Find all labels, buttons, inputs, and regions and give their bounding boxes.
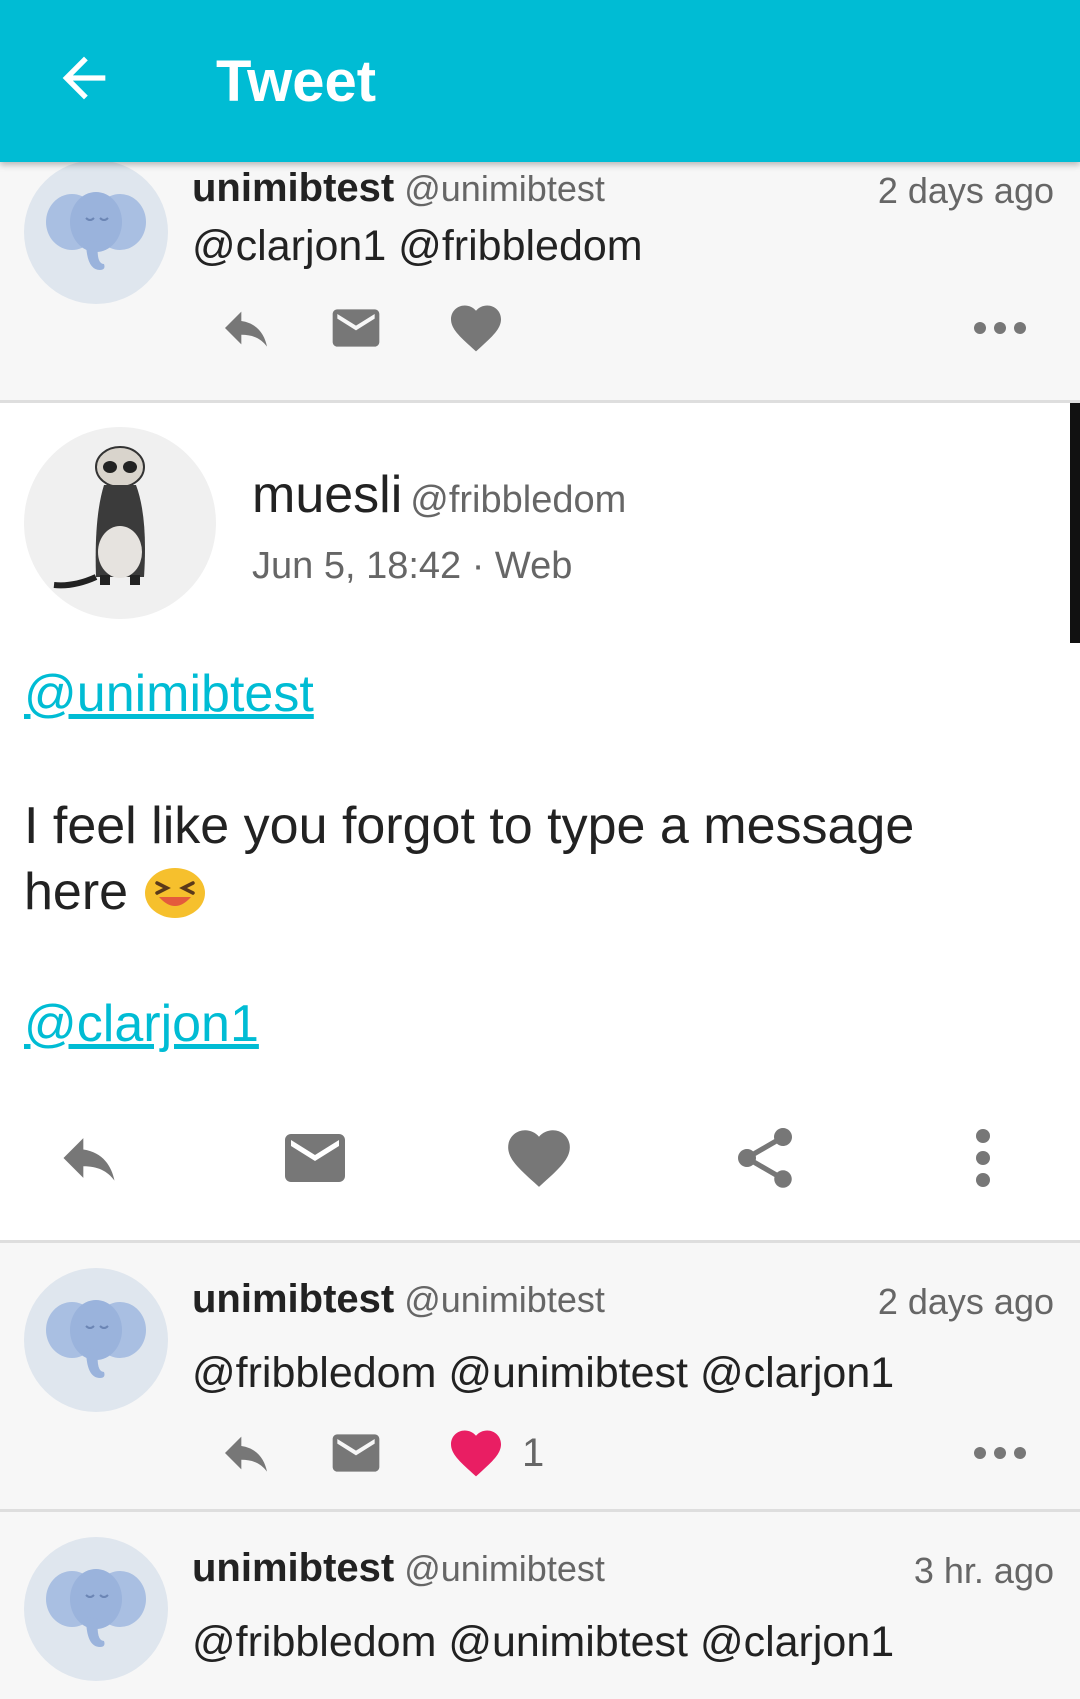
elephant-avatar-icon xyxy=(46,1300,146,1378)
direct-message-icon[interactable] xyxy=(328,1423,384,1483)
avatar[interactable] xyxy=(24,1537,168,1681)
like-count: 1 xyxy=(522,1430,545,1475)
page-title: Tweet xyxy=(216,49,377,114)
timestamp: 2 days ago xyxy=(877,170,1054,211)
arrow-back-icon[interactable] xyxy=(52,46,116,110)
status-item[interactable]: unimibtest @unimibtest 2 days ago @clarjo… xyxy=(0,152,1080,403)
status-item[interactable]: unimibtest @unimibtest 2 days ago @fribbl… xyxy=(0,1243,1080,1512)
scrollbar[interactable] xyxy=(1070,403,1080,643)
app-bar: Tweet xyxy=(0,0,1080,162)
timestamp: 2 days ago xyxy=(877,1281,1054,1322)
more-options-icon[interactable] xyxy=(972,1423,1028,1483)
status-meta: Jun 5, 18:42 · Web xyxy=(252,545,573,587)
display-name-text: unimibtest xyxy=(192,166,395,210)
mention-link[interactable]: @unimibtest xyxy=(24,665,314,723)
status-text: @fribbledom @unimibtest @clarjon1 xyxy=(192,1349,895,1397)
avatar[interactable] xyxy=(24,427,216,619)
display-name: unimibtest @unimibtest xyxy=(192,166,605,211)
display-name-text: unimibtest xyxy=(192,1546,395,1590)
display-name: unimibtest @unimibtest xyxy=(192,1277,605,1322)
display-name-text: unimibtest xyxy=(192,1277,395,1321)
more-options-icon[interactable] xyxy=(972,298,1028,358)
elephant-avatar-icon xyxy=(46,192,146,270)
reply-icon[interactable] xyxy=(212,298,280,358)
reply-icon[interactable] xyxy=(44,1113,134,1203)
status-text-line: I feel like you forgot to type a message xyxy=(24,797,915,855)
avatar[interactable] xyxy=(24,1268,168,1412)
grinning-squinting-face-emoji xyxy=(143,863,207,919)
display-name: muesli @fribbledom xyxy=(252,465,626,525)
status-text: @fribbledom @unimibtest @clarjon1 xyxy=(192,1618,895,1666)
like-icon[interactable]: 1 xyxy=(446,1423,544,1483)
user-handle: @unimibtest xyxy=(404,1548,605,1589)
direct-message-icon[interactable] xyxy=(270,1113,360,1203)
like-icon[interactable] xyxy=(494,1113,584,1203)
status-text-line: here xyxy=(24,863,129,921)
mention-link[interactable]: @clarjon1 xyxy=(24,995,259,1053)
status-actions xyxy=(0,1113,1080,1203)
status-text: @clarjon1 @fribbledom xyxy=(192,222,643,270)
user-handle: @unimibtest xyxy=(404,1279,605,1320)
status-actions: 1 xyxy=(192,1423,1052,1483)
ferret-avatar-icon xyxy=(53,446,145,589)
avatar[interactable] xyxy=(24,160,168,304)
like-icon[interactable] xyxy=(446,298,506,358)
elephant-avatar-icon xyxy=(46,1569,146,1647)
status-item[interactable]: unimibtest @unimibtest 3 hr. ago @fribble… xyxy=(0,1512,1080,1699)
user-handle: @fribbledom xyxy=(410,479,627,521)
status-actions xyxy=(192,298,1052,358)
more-vert-icon[interactable] xyxy=(938,1113,1028,1203)
display-name: unimibtest @unimibtest xyxy=(192,1546,605,1591)
status-content: @unimibtest I feel like you forgot to ty… xyxy=(24,661,1034,1057)
focused-status: muesli @fribbledom Jun 5, 18:42 · Web @un… xyxy=(0,403,1080,1243)
direct-message-icon[interactable] xyxy=(328,298,384,358)
reply-icon[interactable] xyxy=(212,1423,280,1483)
timestamp: 3 hr. ago xyxy=(913,1550,1054,1591)
user-handle: @unimibtest xyxy=(404,168,605,209)
share-icon[interactable] xyxy=(720,1113,810,1203)
display-name-text: muesli xyxy=(252,466,403,524)
